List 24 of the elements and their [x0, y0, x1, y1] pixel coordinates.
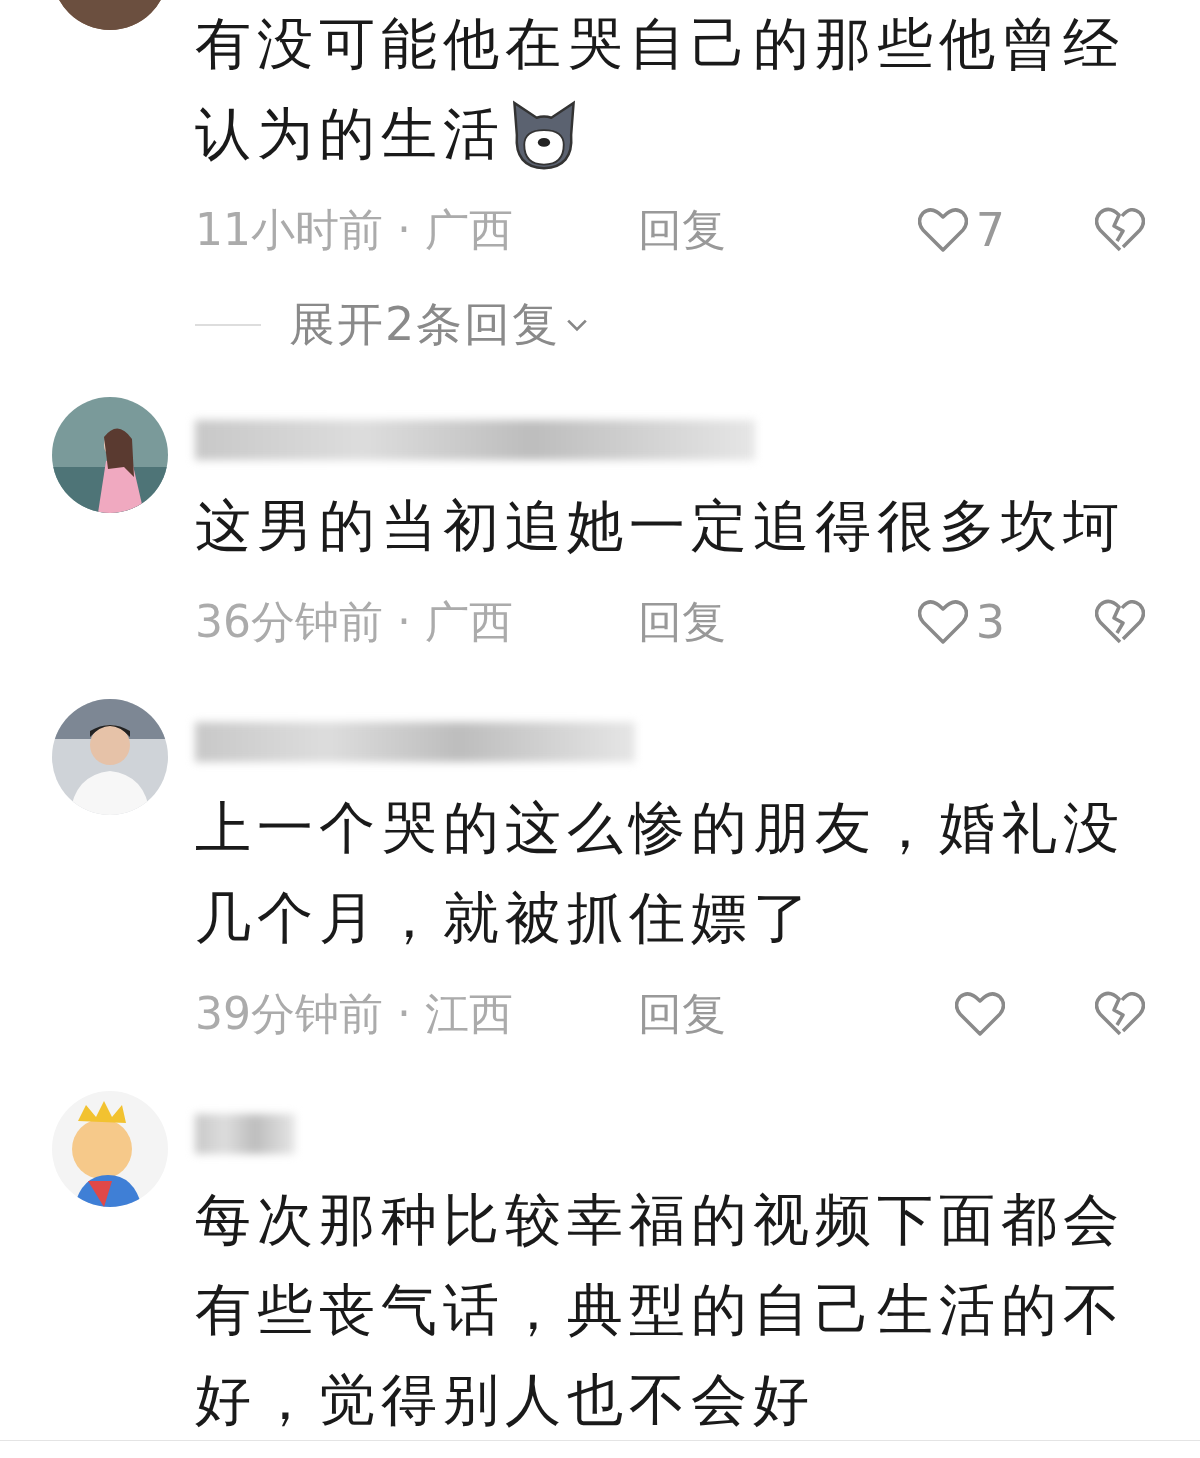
comment-text: 每次那种比较幸福的视频下面都会: [195, 1186, 1125, 1254]
comment-text: 好，觉得别人也不会好: [195, 1366, 815, 1434]
comment-text: 几个月，就被抓住嫖了: [195, 884, 815, 952]
broken-heart-icon[interactable]: [1095, 991, 1145, 1037]
broken-heart-icon[interactable]: [1095, 599, 1145, 645]
heart-icon[interactable]: [917, 599, 968, 645]
reply-link[interactable]: 回复: [638, 200, 726, 260]
comment-text: 这男的当初追她一定追得很多坎坷: [195, 492, 1125, 560]
heart-icon[interactable]: [955, 991, 1005, 1037]
chevron-down-icon: [566, 318, 589, 332]
like-count: 7: [975, 203, 1005, 257]
comment-text: 认为的生活: [195, 100, 505, 168]
comment-meta: 11小时前 · 广西: [195, 202, 514, 257]
like-count: 3: [975, 595, 1005, 649]
broken-heart-icon[interactable]: [1095, 207, 1145, 253]
expand-replies-link[interactable]: 展开2条回复: [289, 294, 589, 356]
reply-link[interactable]: 回复: [638, 984, 726, 1044]
comment-meta: 39分钟前 · 江西: [195, 986, 514, 1041]
comment-text: 上一个哭的这么惨的朋友，婚礼没: [195, 794, 1125, 862]
comment-text: 有些丧气话，典型的自己生活的不: [195, 1276, 1125, 1344]
heart-icon[interactable]: [917, 207, 968, 253]
comment-text: 有没可能他在哭自己的那些他曾经: [195, 10, 1125, 78]
reply-link[interactable]: 回复: [638, 592, 726, 652]
comment-meta: 36分钟前 · 广西: [195, 594, 514, 649]
